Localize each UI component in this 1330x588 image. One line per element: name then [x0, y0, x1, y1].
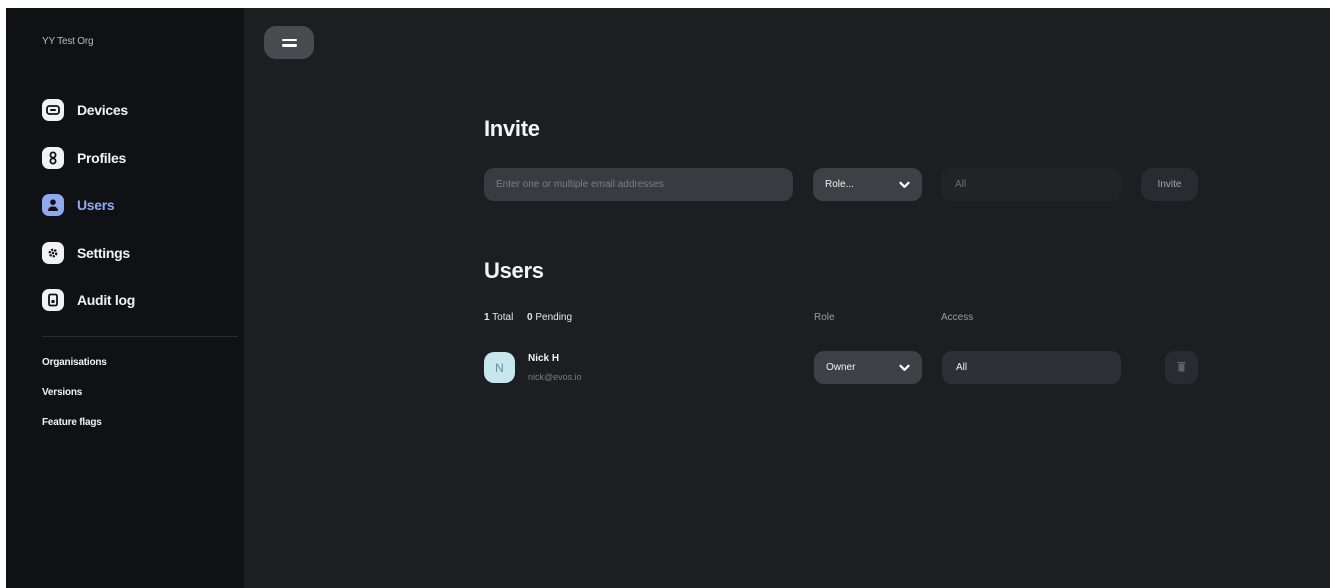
sidebar-nav: Devices Profiles Users Settings Audit lo…	[42, 98, 135, 336]
users-title: Users	[484, 258, 544, 283]
users-pending: 0 Pending	[527, 312, 572, 323]
delete-user-button[interactable]	[1165, 351, 1198, 384]
sidebar-item-label: Audit log	[77, 292, 135, 308]
chevron-down-icon	[899, 176, 910, 194]
user-icon	[42, 194, 64, 216]
app-window: YY Test Org Devices Profiles Users Setti…	[6, 8, 1330, 588]
sidebar-item-audit-log[interactable]: Audit log	[42, 288, 135, 312]
invite-title: Invite	[484, 116, 540, 141]
chevron-down-icon	[899, 359, 910, 377]
org-name[interactable]: YY Test Org	[42, 36, 94, 47]
user-role-value: Owner	[826, 362, 856, 373]
column-header-role: Role	[814, 312, 835, 323]
sidebar-admin-links: Organisations Versions Feature flags	[42, 357, 107, 447]
sidebar: YY Test Org Devices Profiles Users Setti…	[6, 8, 244, 588]
invite-access-value: All	[955, 179, 967, 190]
sidebar-link-organisations[interactable]: Organisations	[42, 357, 107, 387]
sidebar-item-users[interactable]: Users	[42, 193, 135, 217]
device-icon	[42, 99, 64, 121]
menu-toggle-button[interactable]	[264, 26, 314, 59]
audit-log-icon	[42, 289, 64, 311]
sidebar-item-profiles[interactable]: Profiles	[42, 146, 135, 170]
sidebar-divider	[42, 336, 238, 337]
invite-button[interactable]: Invite	[1141, 168, 1198, 201]
users-total-label: Total	[492, 312, 514, 323]
invite-role-value: Role...	[825, 179, 854, 190]
invite-role-select[interactable]: Role...	[813, 168, 922, 201]
hamburger-icon	[281, 38, 297, 41]
user-role-select[interactable]: Owner	[814, 351, 922, 384]
trash-icon	[1177, 359, 1186, 377]
sidebar-item-devices[interactable]: Devices	[42, 98, 135, 122]
user-email: nick@evos.io	[528, 372, 582, 382]
profile-icon	[42, 146, 64, 169]
users-pending-label: Pending	[535, 312, 573, 323]
users-pending-count: 0	[527, 312, 533, 323]
avatar: N	[484, 352, 515, 383]
gear-icon	[42, 241, 64, 264]
sidebar-item-label: Profiles	[77, 149, 126, 166]
sidebar-item-label: Users	[77, 197, 115, 213]
email-input[interactable]	[484, 168, 793, 201]
users-total-count: 1	[484, 312, 490, 323]
sidebar-link-feature-flags[interactable]: Feature flags	[42, 417, 107, 447]
user-access-value: All	[956, 362, 968, 373]
sidebar-item-label: Devices	[77, 102, 128, 118]
user-access-field[interactable]: All	[942, 351, 1121, 384]
sidebar-item-label: Settings	[77, 244, 130, 261]
hamburger-icon	[281, 44, 297, 47]
users-total: 1 Total	[484, 312, 513, 323]
sidebar-link-versions[interactable]: Versions	[42, 387, 107, 417]
invite-access-field[interactable]: All	[941, 168, 1122, 201]
sidebar-item-settings[interactable]: Settings	[42, 241, 135, 265]
user-name: Nick H	[528, 353, 560, 364]
column-header-access: Access	[941, 312, 974, 323]
